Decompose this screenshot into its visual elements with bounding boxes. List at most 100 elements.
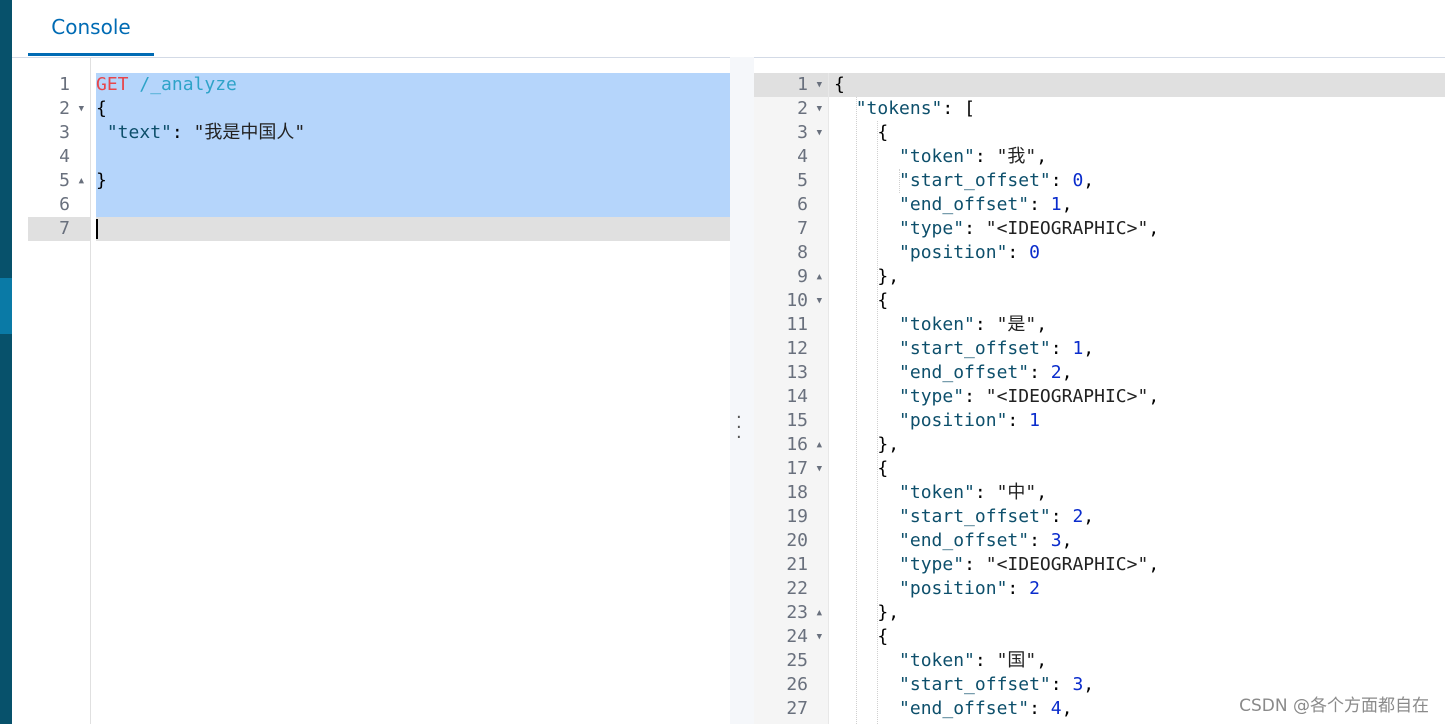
line-number: 1 ▼: [754, 73, 828, 97]
json-number: 2: [1072, 506, 1084, 527]
json-key: "text": [106, 122, 172, 143]
code-line[interactable]: [96, 145, 730, 169]
fold-expand-icon[interactable]: ▲: [79, 169, 84, 193]
code-line: "end_offset": 1,: [834, 193, 1445, 217]
line-number: 24 ▼: [754, 625, 828, 649]
json-punctuation: {: [877, 626, 889, 647]
left-nav-rail: [0, 0, 12, 724]
code-line: },: [834, 601, 1445, 625]
json-key: "token": [899, 482, 975, 503]
code-line: {: [834, 289, 1445, 313]
response-gutter: 1 ▼ 2 ▼ 3 ▼ 4 5 6 7 8 9 ▲ 10 ▼ 11 12 13 14 15 16 ▲ 17 ▼ 18 19 20 21…: [754, 73, 828, 721]
json-separator: :: [974, 482, 997, 503]
line-number-text: 19: [786, 506, 808, 527]
json-punctuation: }: [96, 170, 107, 191]
request-code[interactable]: GET /_analyze{ "text": "我是中国人"}: [96, 73, 730, 241]
line-number-text: 26: [786, 674, 808, 695]
line-number-text: 17: [786, 458, 808, 479]
line-number: 6: [28, 193, 90, 217]
line-number: 8: [754, 241, 828, 265]
line-number: 25: [754, 649, 828, 673]
code-line: "end_offset": 2,: [834, 361, 1445, 385]
json-punctuation: ,: [1061, 530, 1073, 551]
line-number-text: 10: [786, 290, 808, 311]
code-line: {: [834, 121, 1445, 145]
json-punctuation: ,: [1036, 650, 1048, 671]
json-key: "type": [899, 554, 965, 575]
drag-handle-icon: · · ·: [736, 407, 742, 448]
fold-collapse-icon[interactable]: ▼: [817, 457, 822, 481]
line-number-text: 25: [786, 650, 808, 671]
json-punctuation: {: [877, 458, 889, 479]
code-line: {: [834, 625, 1445, 649]
json-number: 3: [1072, 674, 1084, 695]
json-punctuation: {: [877, 122, 889, 143]
line-number: 5: [754, 169, 828, 193]
code-line[interactable]: [96, 193, 730, 217]
panel-resize-handle[interactable]: · · ·: [730, 57, 754, 724]
json-separator: :: [1050, 170, 1073, 191]
fold-collapse-icon[interactable]: ▼: [817, 73, 822, 97]
json-punctuation: {: [834, 74, 845, 95]
line-number-text: 13: [786, 362, 808, 383]
json-punctuation: ,: [1061, 698, 1073, 719]
code-line[interactable]: {: [96, 97, 730, 121]
line-number: 3 ▼: [754, 121, 828, 145]
left-nav-active-item[interactable]: [0, 278, 12, 334]
line-number: 16 ▲: [754, 433, 828, 457]
json-separator: :: [1007, 578, 1030, 599]
line-number: 11: [754, 313, 828, 337]
code-line: "tokens": [: [834, 97, 1445, 121]
json-punctuation: ,: [1061, 362, 1073, 383]
code-line[interactable]: "text": "我是中国人": [96, 121, 730, 145]
tab-console[interactable]: Console: [28, 0, 154, 56]
request-path: /_analyze: [139, 74, 237, 95]
fold-collapse-icon[interactable]: ▼: [817, 121, 822, 145]
json-key: "end_offset": [899, 362, 1030, 383]
line-number: 9 ▲: [754, 265, 828, 289]
indent-guide: [899, 169, 901, 193]
json-number: 2: [1029, 578, 1040, 599]
line-number-text: 14: [786, 386, 808, 407]
line-number: 14: [754, 385, 828, 409]
line-number: 10 ▼: [754, 289, 828, 313]
json-separator: :: [964, 554, 986, 575]
code-line[interactable]: GET /_analyze: [96, 73, 730, 97]
line-number: 17 ▼: [754, 457, 828, 481]
response-code[interactable]: { "tokens": [ { "token": "我", "start_off…: [834, 73, 1445, 721]
json-key: "position": [899, 410, 1008, 431]
fold-collapse-icon[interactable]: ▼: [817, 97, 822, 121]
request-gutter-divider: [90, 57, 91, 724]
json-punctuation: ,: [1036, 314, 1048, 335]
json-punctuation: ,: [1083, 674, 1095, 695]
fold-expand-icon[interactable]: ▲: [817, 433, 822, 457]
fold-collapse-icon[interactable]: ▼: [817, 289, 822, 313]
json-key: "end_offset": [899, 698, 1030, 719]
json-key: "tokens": [855, 98, 943, 119]
line-number-text: 6: [797, 194, 808, 215]
response-viewer[interactable]: 1 ▼ 2 ▼ 3 ▼ 4 5 6 7 8 9 ▲ 10 ▼ 11 12 13 14 15 16 ▲ 17 ▼ 18 19 20 21…: [754, 73, 1445, 724]
json-separator: :: [171, 122, 194, 143]
line-number-text: 2: [59, 98, 70, 119]
watermark: CSDN @各个方面都自在: [1239, 696, 1429, 716]
code-line[interactable]: [96, 217, 730, 241]
line-number-text: 1: [59, 74, 70, 95]
json-punctuation: : [: [942, 98, 975, 119]
fold-expand-icon[interactable]: ▲: [817, 601, 822, 625]
fold-expand-icon[interactable]: ▲: [817, 265, 822, 289]
json-number: 1: [1050, 194, 1062, 215]
json-number: 3: [1050, 530, 1062, 551]
request-editor[interactable]: 1 2 ▼ 3 4 5 ▲ 6 7 GET /_analyze{ "text": "我是中国人"…: [28, 57, 730, 724]
fold-collapse-icon[interactable]: ▼: [817, 625, 822, 649]
indent-guide: [855, 97, 857, 724]
fold-collapse-icon[interactable]: ▼: [79, 97, 84, 121]
json-number: 0: [1072, 170, 1084, 191]
code-line: "token": "是",: [834, 313, 1445, 337]
indent-guide: [877, 121, 879, 724]
code-line[interactable]: }: [96, 169, 730, 193]
line-number-text: 9: [797, 266, 808, 287]
line-number-text: 24: [786, 626, 808, 647]
line-number: 4: [754, 145, 828, 169]
line-number-text: 4: [797, 146, 808, 167]
code-line: "type": "<IDEOGRAPHIC>",: [834, 553, 1445, 577]
